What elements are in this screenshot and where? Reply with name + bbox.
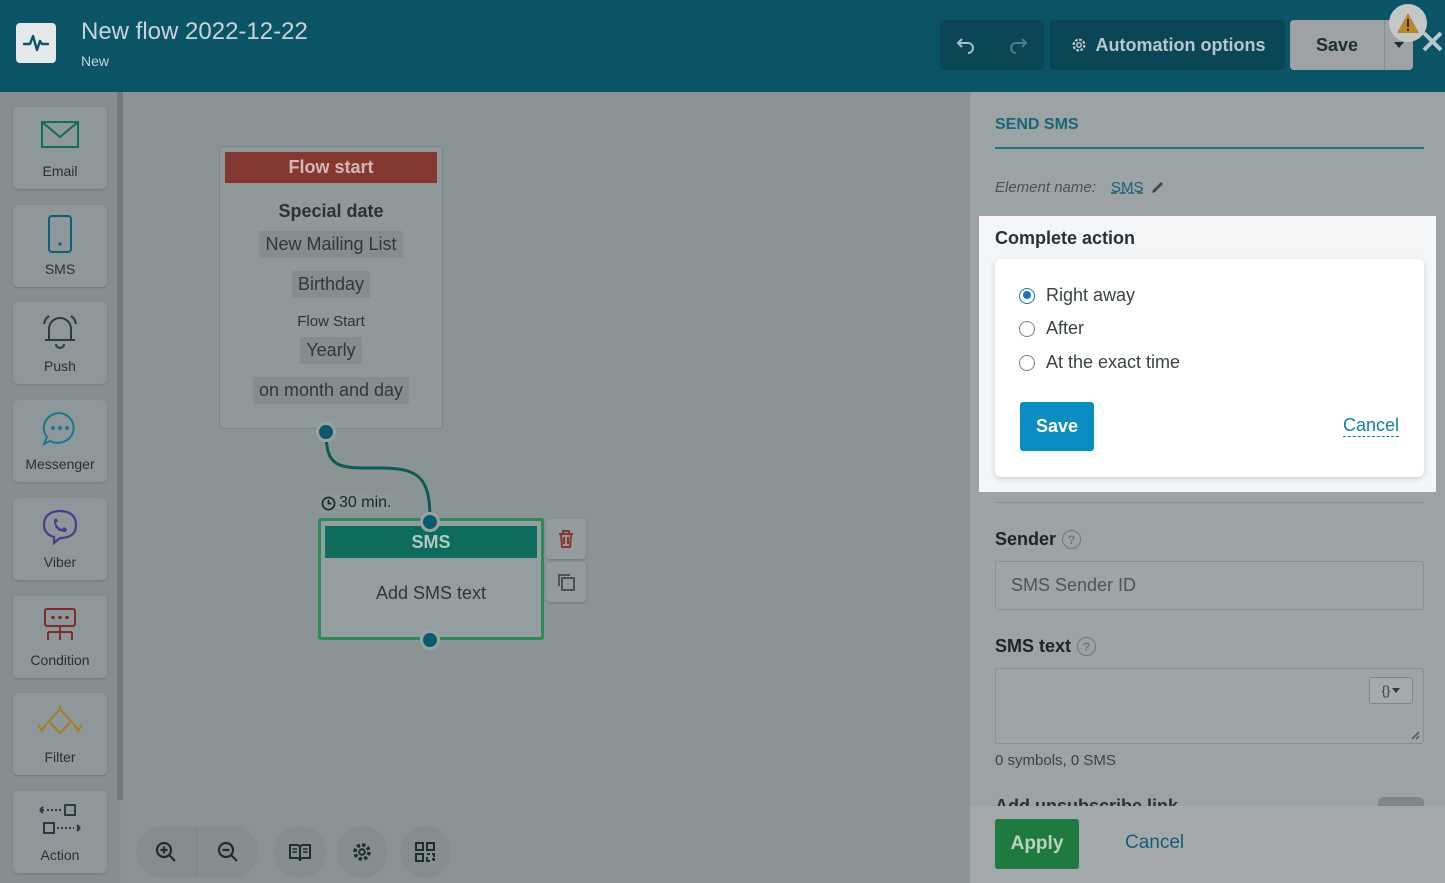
complete-action-title: Complete action: [995, 228, 1136, 248]
trash-icon: [559, 530, 573, 548]
unsubscribe-link-label: Add unsubscribe link: [995, 796, 1179, 806]
delay-label[interactable]: 30 min.: [318, 493, 395, 513]
sms-text-area[interactable]: [995, 668, 1424, 744]
sender-label: Sender ?: [995, 529, 1082, 550]
zoom-in-icon: [155, 841, 176, 862]
grid-icon: [415, 842, 435, 862]
flow-start-sub: Flow Start: [297, 313, 365, 330]
radio-label: Right away: [1046, 285, 1136, 305]
braces-icon: {}: [1381, 683, 1391, 698]
radio-label: At the exact time: [1046, 352, 1181, 372]
sms-node-body: Add SMS text: [375, 583, 487, 603]
panel-title-underline: [995, 147, 1424, 149]
radio-button[interactable]: [1019, 287, 1035, 304]
sms-text-label: SMS text ?: [995, 636, 1097, 657]
radio-button[interactable]: [1019, 354, 1035, 371]
radio-label: After: [1046, 318, 1085, 338]
help-icon[interactable]: ?: [1062, 530, 1082, 549]
zoom-in-button[interactable]: [136, 826, 197, 878]
book-icon: [289, 844, 311, 862]
section-divider: [995, 502, 1424, 503]
settings-button[interactable]: [337, 826, 387, 878]
radio-exact-time[interactable]: At the exact time: [1019, 352, 1180, 373]
insert-variable-button[interactable]: {}: [1369, 677, 1413, 704]
radio-right-away[interactable]: Right away: [1019, 285, 1135, 306]
layout-button[interactable]: [400, 826, 450, 878]
complete-action-save-button[interactable]: Save: [1020, 402, 1094, 451]
element-name-value[interactable]: SMS: [1111, 179, 1144, 196]
resize-handle-icon[interactable]: [1411, 731, 1420, 740]
pencil-icon[interactable]: [1150, 180, 1165, 195]
panel-cancel-link[interactable]: Cancel: [1125, 832, 1184, 854]
sender-input[interactable]: SMS Sender ID: [995, 561, 1424, 610]
sms-node[interactable]: SMS Add SMS text: [318, 518, 544, 640]
delete-node-button[interactable]: [546, 519, 586, 559]
sms-text-label-text: SMS text: [995, 636, 1072, 656]
zoom-controls: [136, 826, 258, 878]
flow-start-header: Flow start: [225, 152, 437, 183]
caret-down-icon: [1392, 688, 1401, 693]
clock-icon: [321, 496, 336, 510]
trigger-type: Special date: [278, 201, 384, 221]
zoom-out-button[interactable]: [197, 826, 258, 878]
gear-icon: [353, 843, 371, 861]
flow-start-output-port[interactable]: [316, 422, 336, 442]
sms-output-port[interactable]: [420, 630, 440, 650]
radio-after[interactable]: After: [1019, 318, 1084, 339]
period-chip: Yearly: [300, 337, 362, 364]
apply-button[interactable]: Apply: [995, 819, 1079, 869]
sms-counter: 0 symbols, 0 SMS: [995, 752, 1116, 769]
date-field-chip: Birthday: [291, 271, 371, 298]
panel-title: SEND SMS: [995, 116, 1079, 133]
delay-text: 30 min.: [339, 494, 392, 511]
unsubscribe-toggle[interactable]: [1378, 797, 1424, 806]
element-name-label: Element name:: [995, 179, 1096, 196]
sender-label-text: Sender: [995, 529, 1057, 549]
zoom-out-icon: [217, 841, 238, 862]
mailing-list-chip: New Mailing List: [259, 231, 403, 258]
flow-start-node[interactable]: Flow start Special date New Mailing List…: [219, 146, 443, 429]
help-icon[interactable]: ?: [1077, 637, 1097, 656]
radio-button[interactable]: [1019, 320, 1035, 337]
mode-chip: on month and day: [252, 377, 410, 404]
complete-action-cancel-link[interactable]: Cancel: [1343, 415, 1400, 437]
copy-icon: [558, 574, 575, 591]
duplicate-node-button[interactable]: [546, 562, 586, 602]
sms-input-port[interactable]: [420, 512, 440, 532]
guide-button[interactable]: [274, 826, 326, 878]
